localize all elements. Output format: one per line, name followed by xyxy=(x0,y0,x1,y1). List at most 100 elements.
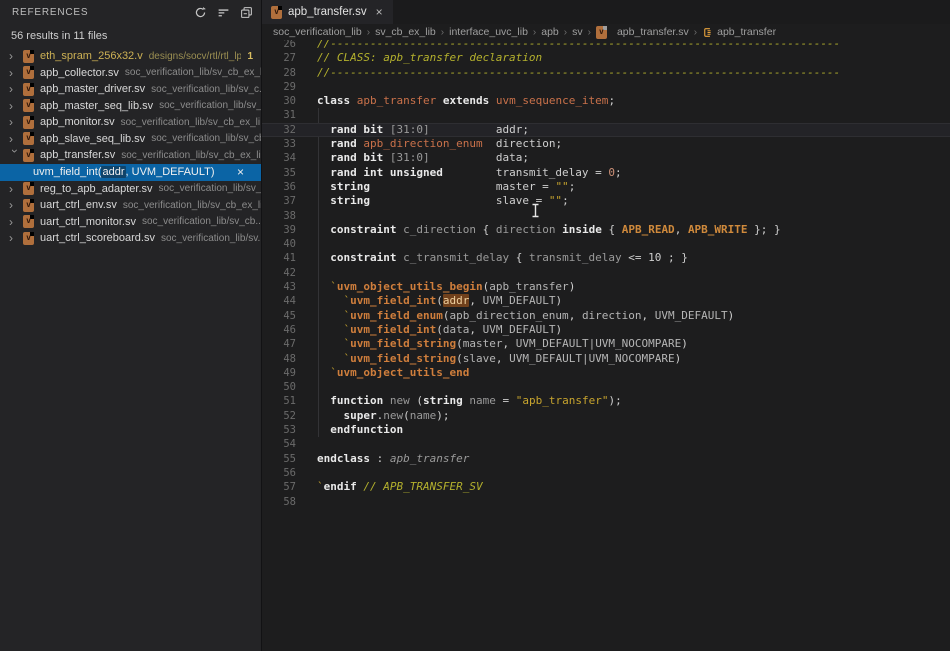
code-line-text[interactable] xyxy=(296,108,950,122)
chevron-right-icon[interactable]: › xyxy=(9,81,23,97)
code-line-text[interactable] xyxy=(296,380,950,394)
code-token: uvm_field_string xyxy=(350,337,456,350)
code-line-text[interactable]: `uvm_field_int(addr, UVM_DEFAULT) xyxy=(296,294,950,308)
code-line: 47 `uvm_field_string(master, UVM_DEFAULT… xyxy=(262,337,950,351)
class-symbol-icon xyxy=(702,27,713,38)
code-line-text[interactable] xyxy=(296,266,950,280)
file-row[interactable]: ›uart_ctrl_env.svsoc_verification_lib/sv… xyxy=(0,197,261,214)
tab-close-icon[interactable]: × xyxy=(376,5,383,19)
chevron-right-icon[interactable]: › xyxy=(9,114,23,130)
code-token: function xyxy=(330,394,383,407)
verilog-file-icon xyxy=(23,116,34,129)
chevron-right-icon[interactable]: › xyxy=(9,65,23,81)
code-line-text[interactable]: rand bit [31:0] addr; xyxy=(296,123,950,137)
code-token: new xyxy=(383,409,403,422)
code-line-text[interactable]: rand int unsigned transmit_delay = 0; xyxy=(296,166,950,180)
code-line-text[interactable]: // CLASS: apb_transfer declaration xyxy=(296,51,950,65)
code-line-text[interactable]: //--------------------------------------… xyxy=(296,66,950,80)
chevron-right-icon[interactable]: › xyxy=(9,98,23,114)
reference-result-row[interactable]: uvm_field_int(addr, UVM_DEFAULT)× xyxy=(0,164,261,181)
code-line-text[interactable]: //--------------------------------------… xyxy=(296,40,950,51)
chevron-right-icon[interactable]: › xyxy=(9,230,23,246)
chevron-right-icon[interactable]: › xyxy=(9,131,23,147)
code-token xyxy=(317,137,330,150)
code-line-text[interactable]: `uvm_field_int(data, UVM_DEFAULT) xyxy=(296,323,950,337)
code-line-text[interactable]: function new (string name = "apb_transfe… xyxy=(296,394,950,408)
code-editor[interactable]: 26//------------------------------------… xyxy=(262,40,950,651)
chevron-right-icon[interactable]: › xyxy=(9,197,23,213)
code-line-text[interactable]: rand apb_direction_enum direction; xyxy=(296,137,950,151)
code-line-text[interactable]: class apb_transfer extends uvm_sequence_… xyxy=(296,94,950,108)
code-line-text[interactable]: constraint c_transmit_delay { transmit_d… xyxy=(296,251,950,265)
code-token: ); xyxy=(436,409,449,422)
code-token: inside xyxy=(562,223,602,236)
file-row[interactable]: ›apb_slave_seq_lib.svsoc_verification_li… xyxy=(0,131,261,148)
code-token xyxy=(317,180,330,193)
code-line-text[interactable]: `uvm_object_utils_end xyxy=(296,366,950,380)
code-token: rand xyxy=(330,137,357,150)
file-row[interactable]: ›apb_monitor.svsoc_verification_lib/sv_c… xyxy=(0,114,261,131)
file-row[interactable]: ›apb_collector.svsoc_verification_lib/sv… xyxy=(0,65,261,82)
code-token: c_transmit_delay xyxy=(403,251,509,264)
file-row[interactable]: ›uart_ctrl_scoreboard.svsoc_verification… xyxy=(0,230,261,247)
breadcrumb-item[interactable]: sv xyxy=(572,26,583,38)
code-line-text[interactable]: `uvm_field_string(slave, UVM_DEFAULT|UVM… xyxy=(296,352,950,366)
dismiss-result-icon[interactable]: × xyxy=(237,164,244,181)
chevron-right-icon[interactable]: › xyxy=(9,48,23,64)
code-token: , xyxy=(675,223,688,236)
breadcrumb-separator-icon: › xyxy=(694,27,697,38)
breadcrumb-item[interactable]: sv_cb_ex_lib xyxy=(375,26,436,38)
line-number: 26 xyxy=(262,40,296,51)
breadcrumb-item[interactable]: apb_transfer.sv xyxy=(596,26,689,39)
code-line-text[interactable]: `uvm_object_utils_begin(apb_transfer) xyxy=(296,280,950,294)
code-line-text[interactable] xyxy=(296,209,950,223)
code-line-text[interactable]: string slave = ""; xyxy=(296,194,950,208)
breadcrumb-item[interactable]: soc_verification_lib xyxy=(273,26,362,38)
file-row[interactable]: ›apb_master_driver.svsoc_verification_li… xyxy=(0,81,261,98)
code-token xyxy=(489,94,496,107)
chevron-right-icon[interactable]: › xyxy=(9,181,23,197)
code-token: , xyxy=(496,352,509,365)
tab-apb-transfer[interactable]: apb_transfer.sv × xyxy=(262,0,393,24)
collapse-all-icon[interactable] xyxy=(240,6,253,19)
code-line-text[interactable]: endfunction xyxy=(296,423,950,437)
chevron-down-icon[interactable]: › xyxy=(7,149,23,163)
code-token: extends xyxy=(443,94,489,107)
code-token xyxy=(317,423,330,436)
code-line-text[interactable]: string master = ""; xyxy=(296,180,950,194)
code-token: ) xyxy=(569,280,576,293)
code-line-text[interactable] xyxy=(296,437,950,451)
file-row[interactable]: ›uart_ctrl_monitor.svsoc_verification_li… xyxy=(0,214,261,231)
code-line-text[interactable]: `uvm_field_string(master, UVM_DEFAULT|UV… xyxy=(296,337,950,351)
code-line-text[interactable] xyxy=(296,237,950,251)
code-line-text[interactable] xyxy=(296,495,950,509)
file-row[interactable]: ›apb_transfer.svsoc_verification_lib/sv_… xyxy=(0,147,261,164)
code-line-text[interactable]: endclass : apb_transfer xyxy=(296,452,950,466)
breadcrumb-item[interactable]: apb xyxy=(541,26,559,38)
code-token xyxy=(383,394,390,407)
code-token xyxy=(383,123,390,136)
clear-results-icon[interactable] xyxy=(217,6,230,19)
refresh-icon[interactable] xyxy=(194,6,207,19)
code-token: "" xyxy=(549,194,562,207)
code-token xyxy=(350,94,357,107)
breadcrumb-label: apb_transfer xyxy=(717,26,776,38)
verilog-file-icon xyxy=(23,132,34,145)
code-line-text[interactable]: constraint c_direction { direction insid… xyxy=(296,223,950,237)
code-line-text[interactable]: rand bit [31:0] data; xyxy=(296,151,950,165)
references-title: REFERENCES xyxy=(12,7,194,18)
breadcrumb-item[interactable]: interface_uvc_lib xyxy=(449,26,528,38)
file-row[interactable]: ›eth_spram_256x32.vdesigns/socv/rtl/rtl_… xyxy=(0,48,261,65)
code-token: , xyxy=(469,323,482,336)
code-line-text[interactable]: super.new(name); xyxy=(296,409,950,423)
breadcrumb-item[interactable]: apb_transfer xyxy=(702,26,776,38)
chevron-right-icon[interactable]: › xyxy=(9,214,23,230)
code-line-text[interactable] xyxy=(296,466,950,480)
code-line-text[interactable]: `uvm_field_enum(apb_direction_enum, dire… xyxy=(296,309,950,323)
code-line-text[interactable] xyxy=(296,80,950,94)
code-line-text[interactable]: `endif // APB_TRANSFER_SV xyxy=(296,480,950,494)
line-number: 47 xyxy=(262,337,296,351)
code-token xyxy=(317,394,330,407)
file-row[interactable]: ›apb_master_seq_lib.svsoc_verification_l… xyxy=(0,98,261,115)
file-row[interactable]: ›reg_to_apb_adapter.svsoc_verification_l… xyxy=(0,181,261,198)
